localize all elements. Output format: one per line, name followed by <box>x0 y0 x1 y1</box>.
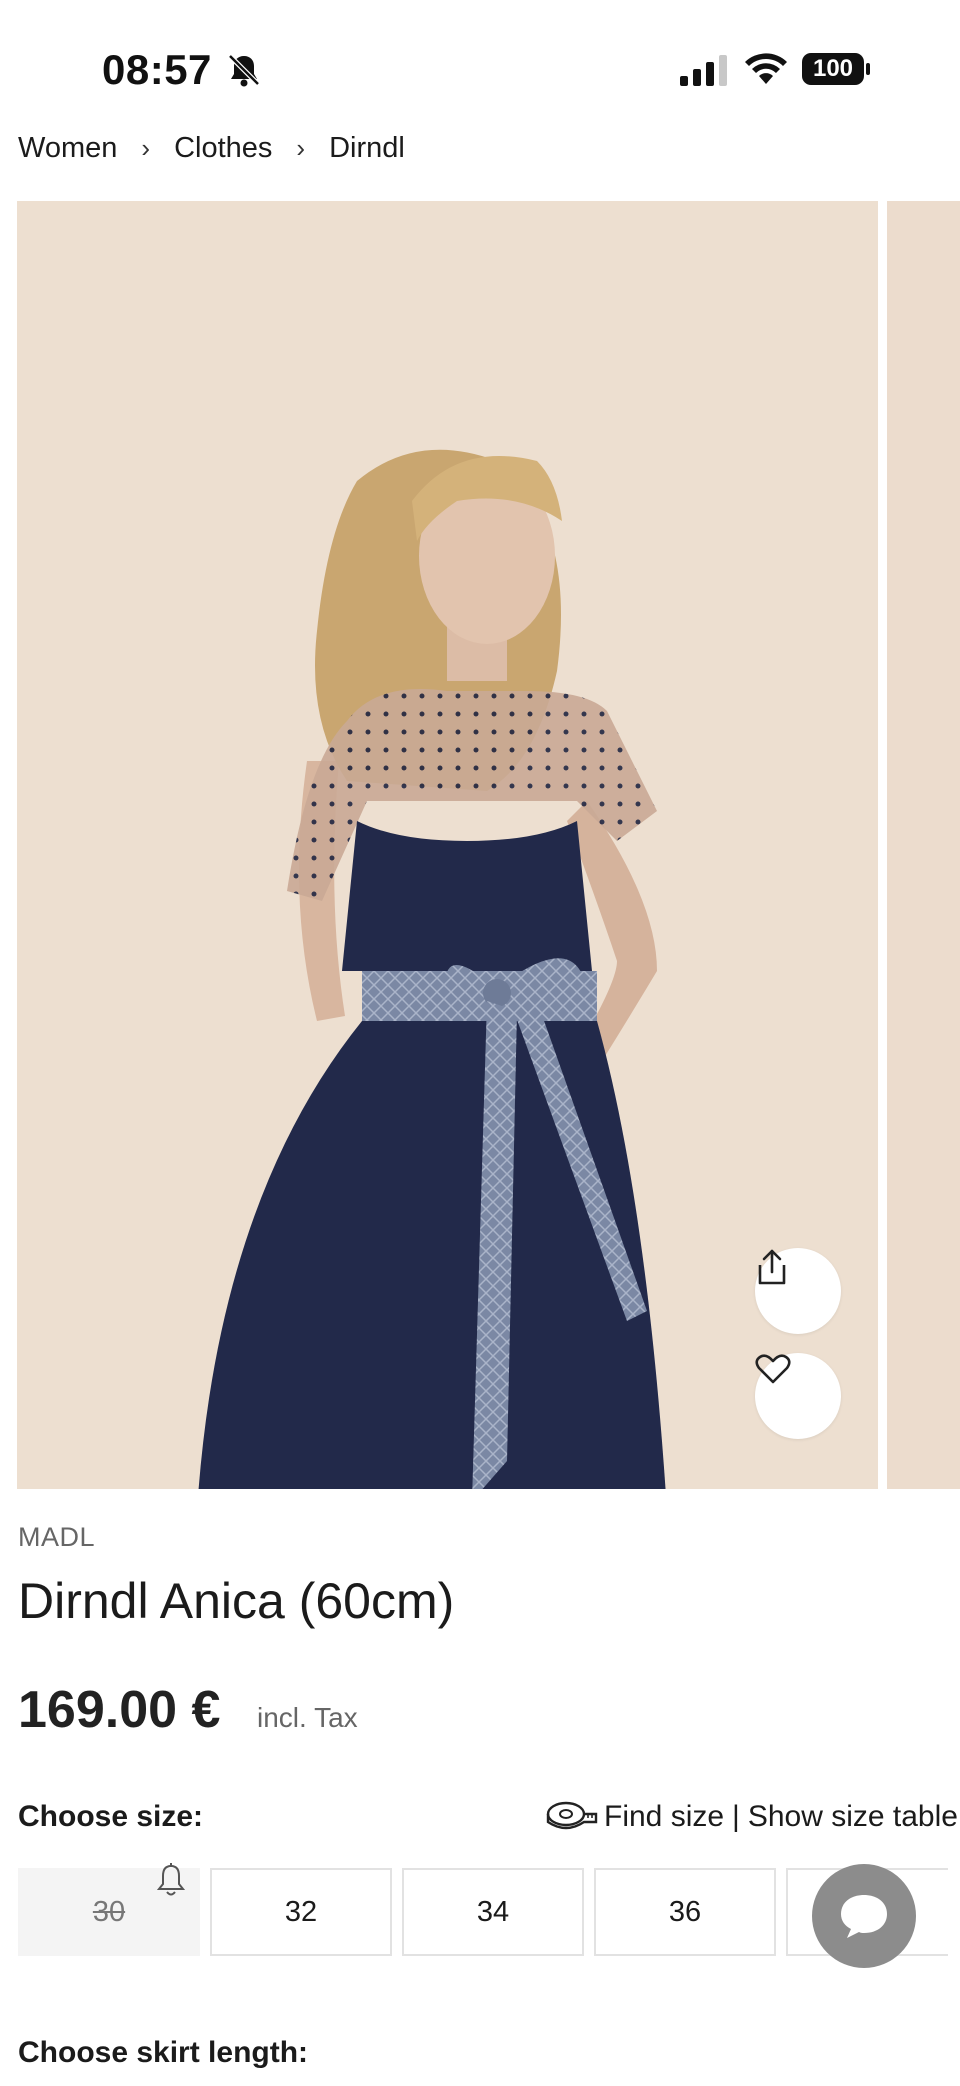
size-option-36[interactable]: 36 <box>594 1868 776 1956</box>
product-gallery[interactable] <box>17 201 960 1489</box>
breadcrumb-clothes[interactable]: Clothes <box>174 132 272 165</box>
chat-bubble-icon <box>841 1895 887 1938</box>
breadcrumb-separator: › <box>141 132 151 163</box>
size-option-32[interactable]: 32 <box>210 1868 392 1956</box>
product-image[interactable] <box>17 201 878 1489</box>
find-size-link[interactable]: Find size <box>604 1800 724 1834</box>
product-brand[interactable]: MADL <box>18 1522 95 1553</box>
status-time: 08:57 <box>102 46 212 93</box>
tax-note: incl. Tax <box>257 1702 358 1733</box>
breadcrumb-separator: › <box>296 132 306 163</box>
status-bar: 08:57 100 <box>0 0 960 120</box>
size-table-link[interactable]: Show size table <box>748 1800 958 1834</box>
share-icon <box>758 1249 786 1285</box>
share-button[interactable] <box>755 1248 841 1334</box>
measuring-tape-icon <box>546 1801 598 1830</box>
battery-indicator: 100 <box>802 52 872 86</box>
size-tools-divider: | <box>732 1800 740 1833</box>
wifi-icon <box>745 53 787 84</box>
dirndl-illustration <box>17 201 878 1489</box>
size-tools: Find size | Show size table <box>546 1800 958 1834</box>
chat-button[interactable] <box>812 1864 916 1968</box>
size-label: Choose size: <box>18 1800 204 1833</box>
product-price: 169.00 € <box>18 1681 221 1739</box>
size-option-34[interactable]: 34 <box>402 1868 584 1956</box>
product-title: Dirndl Anica (60cm) <box>18 1573 455 1629</box>
bell-off-icon <box>228 54 260 87</box>
wishlist-button[interactable] <box>755 1353 841 1439</box>
cellular-signal-icon <box>680 55 727 86</box>
heart-icon <box>755 1354 791 1384</box>
battery-level: 100 <box>812 55 854 82</box>
breadcrumb-dirndl[interactable]: Dirndl <box>329 132 405 165</box>
next-product-image[interactable] <box>887 201 960 1489</box>
breadcrumb-women[interactable]: Women <box>18 132 117 165</box>
skirt-length-label: Choose skirt length: <box>18 2036 309 2069</box>
bell-icon[interactable] <box>155 1862 187 1898</box>
breadcrumb: Women › Clothes › Dirndl <box>18 128 405 168</box>
